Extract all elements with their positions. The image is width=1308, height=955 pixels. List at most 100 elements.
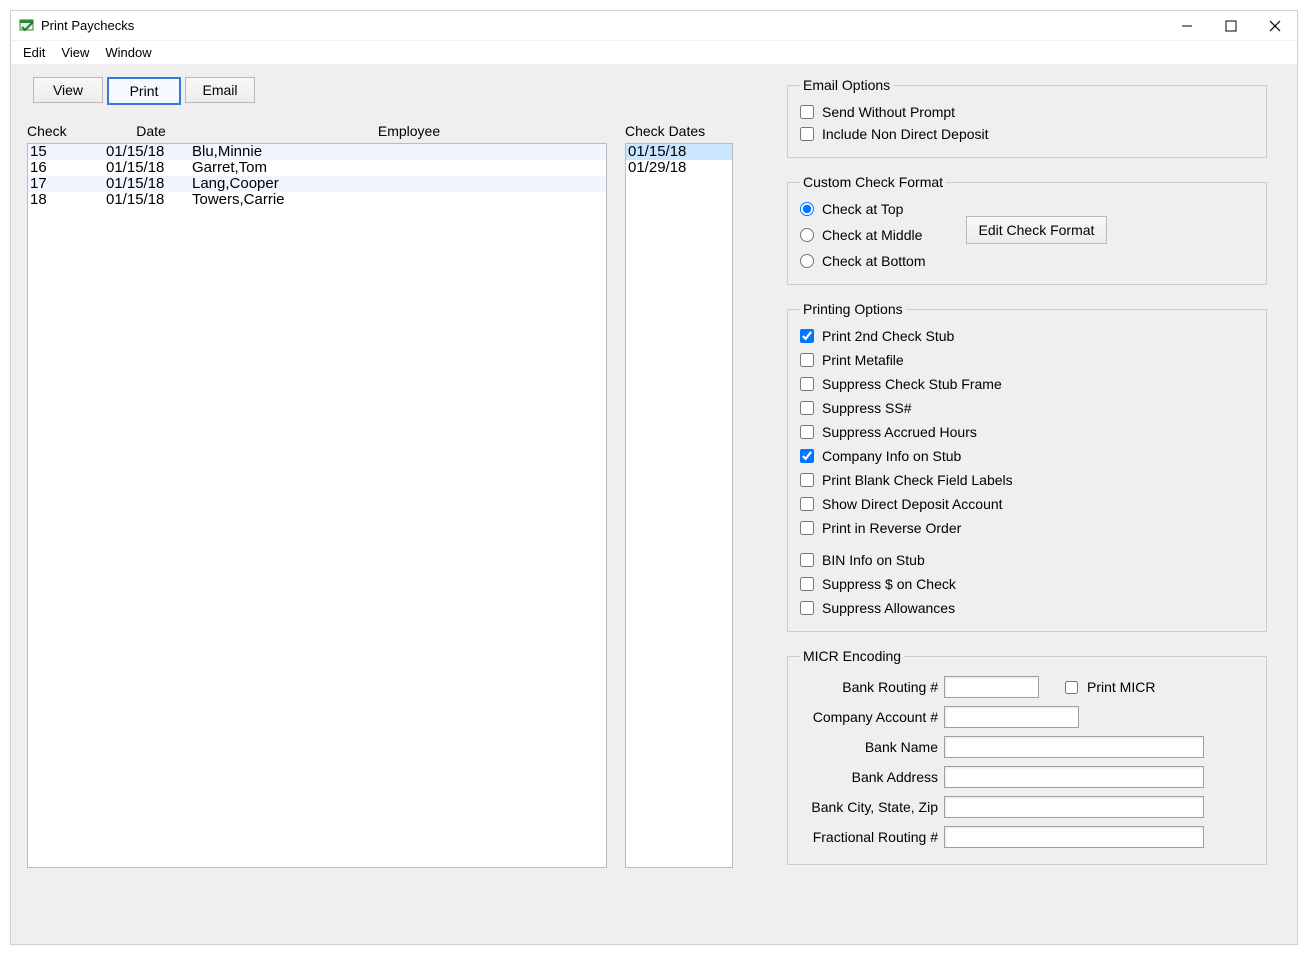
menu-edit[interactable]: Edit: [15, 44, 53, 61]
close-button[interactable]: [1261, 16, 1289, 36]
print_2nd_stub-checkbox[interactable]: [800, 329, 814, 343]
printing-options-legend: Printing Options: [800, 301, 906, 317]
suppress_allowances-checkbox[interactable]: [800, 601, 814, 615]
show_dd_account-checkbox[interactable]: [800, 497, 814, 511]
cell-date: 01/15/18: [106, 144, 192, 160]
check-at-bottom-radio[interactable]: [800, 254, 814, 268]
cell-employee: Towers,Carrie: [192, 192, 606, 208]
check-dates-panel: Check Dates 01/15/1801/29/18: [625, 119, 733, 928]
cell-check: 17: [30, 176, 106, 192]
print_blank_labels-checkbox[interactable]: [800, 473, 814, 487]
check-grid[interactable]: 1501/15/18Blu,Minnie1601/15/18Garret,Tom…: [27, 143, 607, 868]
table-row[interactable]: 1701/15/18Lang,Cooper: [28, 176, 606, 192]
email-button[interactable]: Email: [185, 77, 255, 103]
check-dates-grid[interactable]: 01/15/1801/29/18: [625, 143, 733, 868]
print_2nd_stub-label: Print 2nd Check Stub: [822, 328, 954, 344]
fractional-routing-input[interactable]: [944, 826, 1204, 848]
col-employee: Employee: [211, 123, 607, 139]
check-date-row[interactable]: 01/15/18: [626, 144, 732, 160]
app-icon: [19, 18, 35, 34]
cell-employee: Garret,Tom: [192, 160, 606, 176]
custom-check-format-legend: Custom Check Format: [800, 174, 946, 190]
check-at-bottom-label: Check at Bottom: [822, 253, 926, 269]
check-date-row[interactable]: 01/29/18: [626, 160, 732, 176]
send-without-prompt-label: Send Without Prompt: [822, 104, 955, 120]
edit-check-format-button[interactable]: Edit Check Format: [966, 216, 1108, 244]
toolbar: View Print Email: [33, 77, 769, 105]
suppress_ss-checkbox[interactable]: [800, 401, 814, 415]
custom-check-format-group: Custom Check Format Check at Top Check a…: [787, 174, 1267, 285]
minimize-button[interactable]: [1173, 16, 1201, 36]
suppress_accrued-checkbox[interactable]: [800, 425, 814, 439]
bank-routing-input[interactable]: [944, 676, 1039, 698]
cell-employee: Lang,Cooper: [192, 176, 606, 192]
bank-address-input[interactable]: [944, 766, 1204, 788]
suppress_allowances-label: Suppress Allowances: [822, 600, 955, 616]
company_info_stub-label: Company Info on Stub: [822, 448, 961, 464]
suppress_dollar-label: Suppress $ on Check: [822, 576, 956, 592]
printing-options-list-2: BIN Info on StubSuppress $ on CheckSuppr…: [800, 549, 1254, 619]
view-button[interactable]: View: [33, 77, 103, 103]
bank-csz-input[interactable]: [944, 796, 1204, 818]
bank-address-label: Bank Address: [800, 769, 938, 785]
printing-options-group: Printing Options Print 2nd Check StubPri…: [787, 301, 1267, 632]
cell-check: 15: [30, 144, 106, 160]
check-at-top-label: Check at Top: [822, 201, 903, 217]
printing-options-list-1: Print 2nd Check Stub Print Metafile Suppre…: [800, 325, 1254, 539]
company-account-input[interactable]: [944, 706, 1079, 728]
fractional-routing-label: Fractional Routing #: [800, 829, 938, 845]
bank-name-label: Bank Name: [800, 739, 938, 755]
content-area: View Print Email Check Date Employee 150…: [11, 65, 1297, 944]
email-options-legend: Email Options: [800, 77, 893, 93]
cell-date: 01/15/18: [106, 160, 192, 176]
cell-employee: Blu,Minnie: [192, 144, 606, 160]
col-check: Check: [27, 123, 91, 139]
table-row[interactable]: 1801/15/18Towers,Carrie: [28, 192, 606, 208]
micr-encoding-group: MICR Encoding Bank Routing # Print MICR …: [787, 648, 1267, 865]
company-account-label: Company Account #: [800, 709, 938, 725]
suppress_ss-label: Suppress SS#: [822, 400, 912, 416]
micr-encoding-legend: MICR Encoding: [800, 648, 904, 664]
show_dd_account-label: Show Direct Deposit Account: [822, 496, 1003, 512]
include-non-dd-label: Include Non Direct Deposit: [822, 126, 989, 142]
print_reverse-checkbox[interactable]: [800, 521, 814, 535]
suppress_stub_frame-label: Suppress Check Stub Frame: [822, 376, 1002, 392]
check-at-middle-label: Check at Middle: [822, 227, 922, 243]
bank-name-input[interactable]: [944, 736, 1204, 758]
bank-csz-label: Bank City, State, Zip: [800, 799, 938, 815]
email-options-group: Email Options Send Without Prompt Includ…: [787, 77, 1267, 158]
check-list-header: Check Date Employee: [27, 119, 607, 143]
menu-view[interactable]: View: [53, 44, 97, 61]
print_reverse-label: Print in Reverse Order: [822, 520, 961, 536]
left-panel: View Print Email Check Date Employee 150…: [27, 77, 769, 928]
table-row[interactable]: 1501/15/18Blu,Minnie: [28, 144, 606, 160]
bin_info_stub-checkbox[interactable]: [800, 553, 814, 567]
send-without-prompt-checkbox[interactable]: [800, 105, 814, 119]
maximize-button[interactable]: [1217, 16, 1245, 36]
suppress_dollar-checkbox[interactable]: [800, 577, 814, 591]
cell-check: 18: [30, 192, 106, 208]
right-panel: Email Options Send Without Prompt Includ…: [787, 77, 1267, 928]
check-at-top-radio[interactable]: [800, 202, 814, 216]
print-micr-label: Print MICR: [1087, 679, 1155, 695]
cell-date: 01/15/18: [106, 176, 192, 192]
print_metafile-label: Print Metafile: [822, 352, 904, 368]
col-date: Date: [91, 123, 211, 139]
cell-date: 01/15/18: [106, 192, 192, 208]
suppress_accrued-label: Suppress Accrued Hours: [822, 424, 977, 440]
print_blank_labels-label: Print Blank Check Field Labels: [822, 472, 1013, 488]
window-title: Print Paychecks: [41, 18, 1173, 33]
titlebar: Print Paychecks: [11, 11, 1297, 41]
print-micr-checkbox[interactable]: [1065, 681, 1078, 694]
check-list-panel: Check Date Employee 1501/15/18Blu,Minnie…: [27, 119, 607, 928]
suppress_stub_frame-checkbox[interactable]: [800, 377, 814, 391]
print-button[interactable]: Print: [107, 77, 181, 105]
include-non-dd-checkbox[interactable]: [800, 127, 814, 141]
check-at-middle-radio[interactable]: [800, 228, 814, 242]
company_info_stub-checkbox[interactable]: [800, 449, 814, 463]
menu-window[interactable]: Window: [97, 44, 159, 61]
print_metafile-checkbox[interactable]: [800, 353, 814, 367]
table-row[interactable]: 1601/15/18Garret,Tom: [28, 160, 606, 176]
bank-routing-label: Bank Routing #: [800, 679, 938, 695]
cell-check: 16: [30, 160, 106, 176]
